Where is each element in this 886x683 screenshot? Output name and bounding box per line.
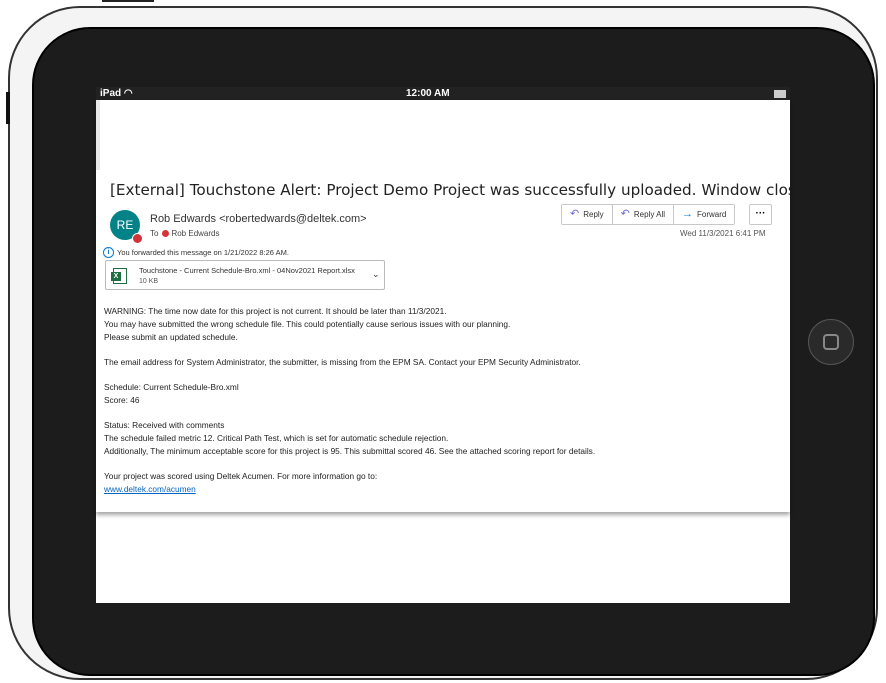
email-reading-pane: [External] Touchstone Alert: Project Dem… [96,100,790,512]
email-action-buttons: ↶ Reply ↶ Reply All → Forward [561,204,736,225]
attachment-size: 10 KB [139,278,159,285]
body-line: Score: 46 [104,395,140,405]
carrier-label: iPad ◠ [100,88,133,99]
body-line: The email address for System Administrat… [104,357,581,367]
body-line: You may have submitted the wrong schedul… [104,319,511,329]
email-subject: [External] Touchstone Alert: Project Dem… [110,181,790,199]
body-line: Schedule: Current Schedule-Bro.xml [104,382,239,392]
battery-icon [774,90,786,98]
forward-label: Forward [697,210,727,219]
home-button[interactable] [808,319,854,365]
sender-name[interactable]: Rob Edwards <robertedwards@deltek.com> [150,213,367,225]
body-line: Your project was scored using Deltek Acu… [104,471,378,481]
attachment-card[interactable]: X Touchstone - Current Schedule-Bro.xml … [105,260,385,290]
reply-all-button[interactable]: ↶ Reply All [612,205,675,224]
pane-divider [96,100,100,170]
attachment-name: Touchstone - Current Schedule-Bro.xml - … [139,266,355,275]
forward-notice: i You forwarded this message on 1/21/202… [103,247,289,258]
ipad-screen: iPad ◠ 12:00 AM [External] Touchstone Al… [96,87,790,603]
forward-button[interactable]: → Forward [674,205,735,224]
body-line: Status: Received with comments [104,420,225,430]
reply-icon: ↶ [570,208,580,220]
body-line: WARNING: The time now date for this proj… [104,306,447,316]
body-line: Additionally, The minimum acceptable sco… [104,446,596,456]
status-bar: iPad ◠ 12:00 AM [96,87,790,100]
home-square-icon [823,334,839,350]
presence-status-icon [132,233,143,244]
excel-file-icon: X [111,268,127,284]
recipient-line: To Rob Edwards [150,229,219,238]
forward-note-text: You forwarded this message on 1/21/2022 … [117,248,289,257]
reply-all-icon: ↶ [620,208,630,220]
recipient-name[interactable]: Rob Edwards [171,229,219,238]
to-label: To [150,229,159,238]
info-icon: i [103,247,114,258]
forward-arrow-icon: → [682,208,694,220]
recipient-presence-icon [162,230,170,238]
chevron-down-icon[interactable]: ⌄ [372,269,380,280]
body-line: The schedule failed metric 12. Critical … [104,433,449,443]
more-actions-button[interactable]: ··· [749,204,772,225]
reply-all-label: Reply All [633,210,666,219]
reply-label: Reply [583,210,604,219]
side-button [6,92,10,124]
body-line: Please submit an updated schedule. [104,332,238,342]
received-date: Wed 11/3/2021 6:41 PM [680,229,766,238]
reply-button[interactable]: ↶ Reply [562,205,613,224]
status-time: 12:00 AM [406,88,450,99]
acumen-link[interactable]: www.deltek.com/acumen [104,484,196,494]
